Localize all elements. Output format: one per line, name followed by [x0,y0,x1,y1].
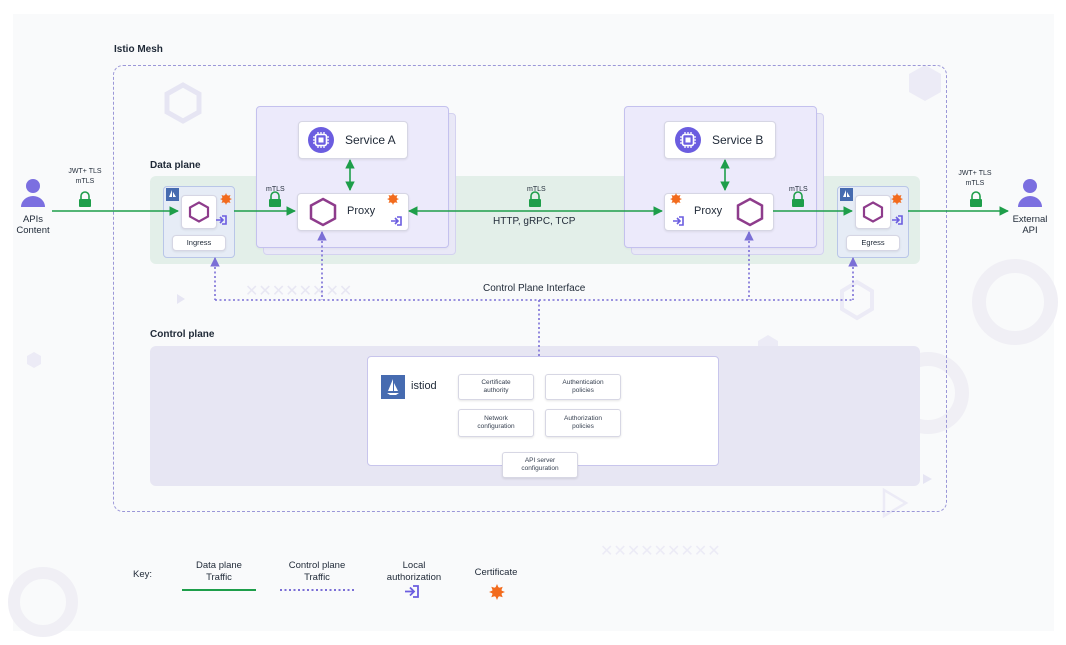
login-arrow-icon [405,585,419,598]
key-swatches [182,584,505,600]
certificate-icon [489,584,505,600]
